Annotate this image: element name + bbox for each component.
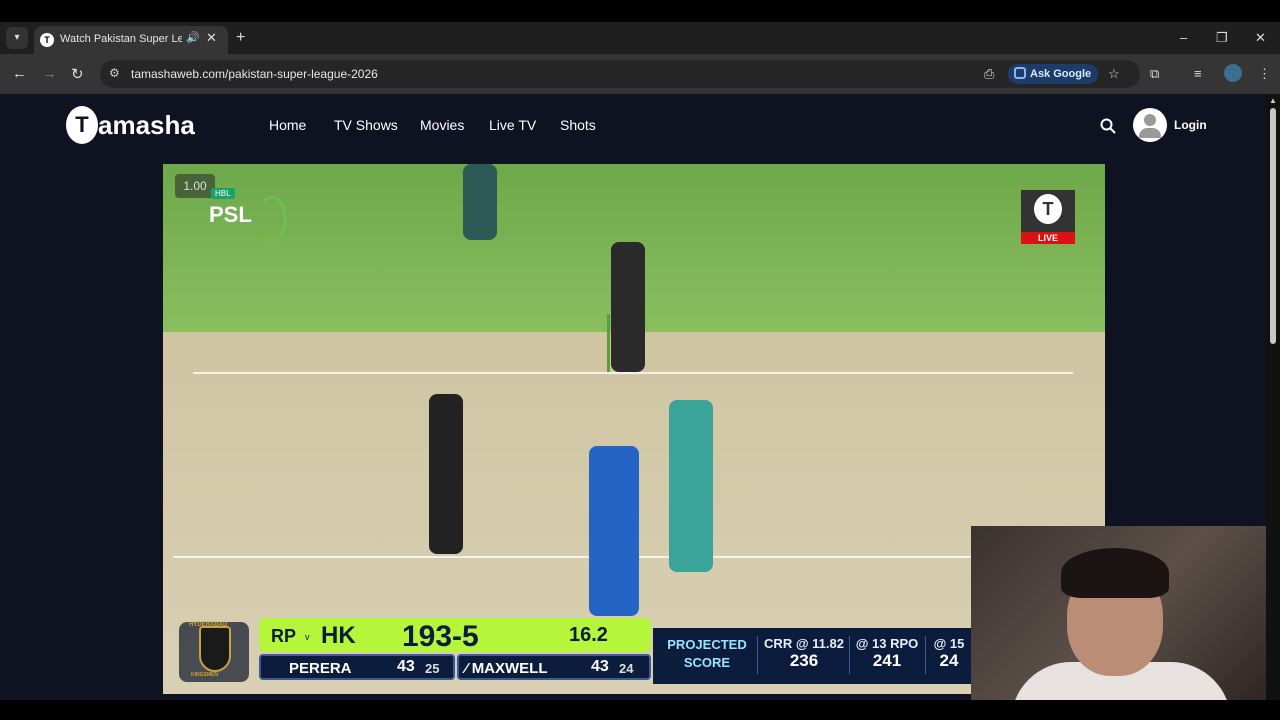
divider [849,636,850,674]
scroll-up-icon[interactable]: ▲ [1269,96,1277,105]
batter-card: ⁄ MAXWELL 43 24 [457,654,651,680]
back-button[interactable]: ← [12,65,27,82]
profile-avatar[interactable] [1224,64,1242,82]
login-link[interactable]: Login [1174,118,1207,132]
install-app-icon[interactable]: ⎙ [984,66,994,82]
top-black-bar [0,0,1280,22]
far-stumps [607,314,610,372]
crest-bottom-text: KINGSMEN [191,672,218,678]
tamasha-live-logo-icon: T [1034,194,1062,224]
versus-label: v [305,632,310,642]
far-crease-line [193,372,1073,374]
umpire-figure [589,446,639,616]
bowler-figure [669,400,713,572]
nav-shots[interactable]: Shots [560,117,596,133]
bottom-black-bar [0,700,1280,720]
batter-figure [611,242,645,372]
tab-close-icon[interactable]: ✕ [206,30,217,46]
site-info-icon[interactable]: ⚙ [109,66,120,80]
live-badge: T LIVE [1021,190,1075,244]
page-scrollbar[interactable]: ▲ [1266,94,1280,700]
batter-balls: 24 [619,661,634,676]
playback-speed-badge[interactable]: 1.00 [175,174,215,198]
ask-google-button[interactable]: Ask Google [1008,64,1098,84]
overs: 16.2 [569,624,608,646]
scroll-thumb[interactable] [1270,108,1276,344]
webcam-overlay [971,526,1280,700]
tab-title: Watch Pakistan Super League [60,33,182,45]
projection-15rpo: @ 15 24 [933,636,965,670]
media-controls-icon[interactable]: ≡ [1194,66,1202,81]
forward-button[interactable]: → [42,65,57,82]
lens-icon [1014,67,1026,79]
batter-name: PERERA [289,660,352,677]
projection-13rpo: @ 13 RPO 241 [855,636,919,670]
batter-name: ⁄ MAXWELL [465,660,548,677]
site-header: T amasha Home TV Shows Movies Live TV Sh… [0,94,1266,158]
tamasha-favicon-icon: T [40,33,54,47]
batter-runs: 43 [397,658,415,675]
shield-icon [199,626,231,672]
nav-movies[interactable]: Movies [420,117,464,133]
browser-tab[interactable]: T Watch Pakistan Super League 🔊 ✕ [34,26,228,54]
tab-search-icon[interactable]: ▾ [6,27,28,49]
non-striker-figure [429,394,463,554]
divider [757,636,758,674]
projected-score-label: PROJECTED SCORE [667,637,747,670]
logo-text: amasha [98,110,195,140]
fielder-figure [463,164,497,240]
video-player[interactable]: 1.00 HBL PSL T LIVE HYDERABAD KINGSMEN R… [163,164,1105,694]
live-label: LIVE [1021,232,1075,244]
window-close-button[interactable]: ✕ [1255,30,1266,46]
divider [925,636,926,674]
tab-audio-icon[interactable]: 🔊 [186,31,200,44]
browser-tab-strip: ▾ T Watch Pakistan Super League 🔊 ✕ + – … [0,22,1280,54]
webcam-person-hair [1061,548,1169,598]
nav-live-tv[interactable]: Live TV [489,117,536,133]
on-strike-bat-icon: ⁄ [465,660,472,677]
browser-toolbar: ← → ↻ ⚙ tamashaweb.com/pakistan-super-le… [0,54,1280,94]
new-tab-button[interactable]: + [236,29,245,47]
bowling-team: RP [271,626,297,646]
tamasha-logo-mark-icon: T [66,106,98,144]
batter-card: PERERA 43 25 [259,654,455,680]
bookmark-star-icon[interactable]: ☆ [1108,66,1120,82]
psl-sponsor-tag: HBL [211,188,235,199]
web-page: T amasha Home TV Shows Movies Live TV Sh… [0,94,1280,700]
minimize-button[interactable]: – [1180,30,1187,45]
team-score: 193-5 [402,620,479,653]
nav-tv-shows[interactable]: TV Shows [334,117,398,133]
restore-button[interactable]: ❐ [1216,30,1228,46]
menu-kebab-icon[interactable]: ⋮ [1258,66,1271,82]
batter-runs: 43 [591,658,609,675]
nav-home[interactable]: Home [269,117,306,133]
url-text[interactable]: tamashaweb.com/pakistan-super-league-202… [131,67,378,81]
ask-google-label: Ask Google [1030,68,1092,80]
address-bar[interactable]: ⚙ tamashaweb.com/pakistan-super-league-2… [100,60,1140,88]
batting-team: HK [321,622,356,649]
projection-crr: CRR @ 11.82 236 [764,636,844,670]
team-crest: HYDERABAD KINGSMEN [179,622,249,682]
scoreboard: HYDERABAD KINGSMEN RP v HK 193-5 16.2 PE… [163,616,1105,686]
batter-balls: 25 [425,661,440,676]
psl-logo: PSL [209,202,252,227]
extensions-icon[interactable]: ⧉ [1150,66,1159,82]
search-icon[interactable] [1100,118,1116,134]
user-avatar-icon[interactable] [1133,108,1167,142]
reload-button[interactable]: ↻ [71,65,84,83]
score-panel: RP v HK 193-5 16.2 [259,618,651,653]
psl-swirl-icon [257,196,287,242]
